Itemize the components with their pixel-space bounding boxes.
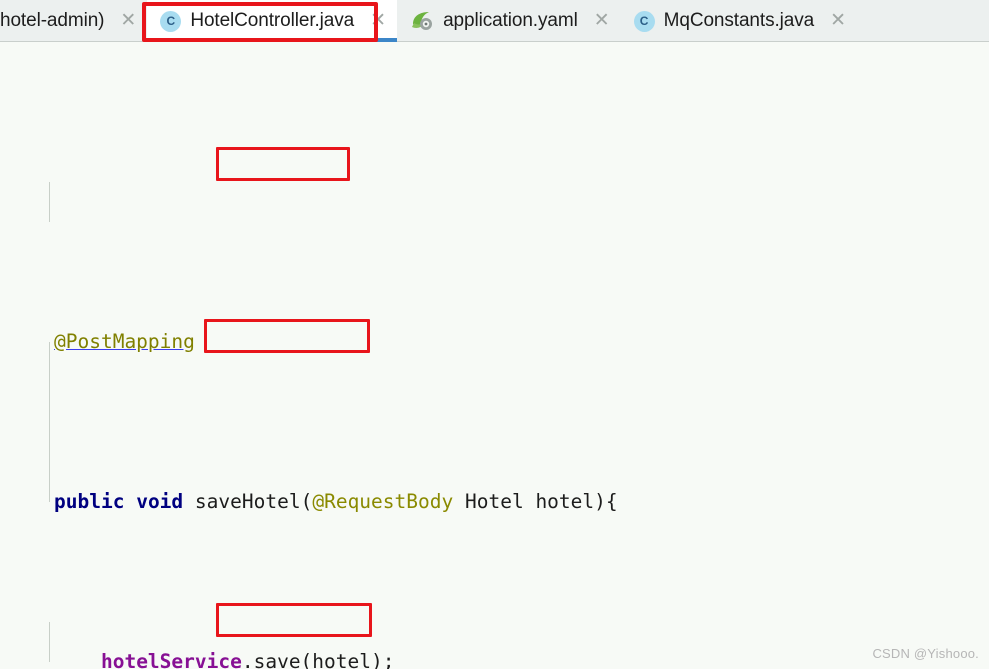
editor-tab-mqconstants-java[interactable]: C MqConstants.java ✕ [621,0,857,42]
editor-tab-label: HotelController.java [190,10,355,31]
close-icon[interactable]: ✕ [830,11,846,30]
close-icon[interactable]: ✕ [594,11,610,30]
editor-tab-hotelcontroller-java[interactable]: C HotelController.java ✕ [147,0,398,42]
ide-window: hotel-admin) ✕ C HotelController.java ✕ … [0,0,989,669]
token-method-savehotel[interactable]: saveHotel [195,490,301,513]
token-brace: ){ [594,490,618,513]
token-field-hotelservice: hotelService [100,650,242,669]
token-param-hotel: hotel [535,490,595,513]
java-class-icon-letter: C [166,14,176,28]
spring-leaf-icon [410,10,434,32]
java-class-icon-letter: C [639,14,649,28]
token-annotation-postmapping[interactable]: @PostMapping [54,330,195,353]
token-annotation-requestbody[interactable]: @RequestBody [312,490,453,513]
editor-tab-hotel-admin[interactable]: hotel-admin) ✕ [0,0,147,42]
java-class-icon: C [633,10,655,32]
editor-tab-label: hotel-admin) [0,10,105,31]
close-icon[interactable]: ✕ [370,11,386,30]
editor-tab-label: application.yaml [443,10,578,31]
code-content: @PostMapping public void saveHotel(@Requ… [0,42,989,669]
close-icon[interactable]: ✕ [120,11,136,30]
token-call-save: .save(hotel); [241,650,395,669]
code-line: hotelService.save(hotel); [0,642,989,669]
token-type-hotel: Hotel [464,490,524,513]
editor-tab-label: MqConstants.java [663,10,815,31]
code-line: @PostMapping [0,322,989,362]
editor-tab-application-yaml[interactable]: application.yaml ✕ [397,0,621,42]
watermark: CSDN @Yishooo. [872,646,979,661]
token-keyword-public: public [54,490,125,513]
token-keyword-void: void [136,490,184,513]
code-line: public void saveHotel(@RequestBody Hotel… [0,482,989,522]
code-editor[interactable]: @PostMapping public void saveHotel(@Requ… [0,42,989,669]
editor-tab-bar: hotel-admin) ✕ C HotelController.java ✕ … [0,0,989,42]
java-class-icon: C [160,10,182,32]
token-paren: ( [300,490,313,513]
